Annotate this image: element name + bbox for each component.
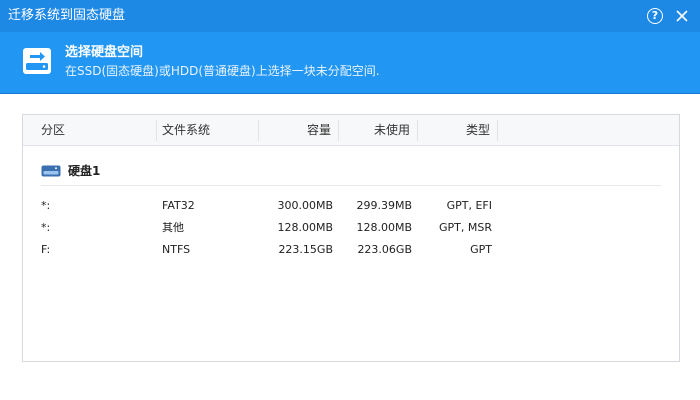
column-header-unused[interactable]: 未使用 [374, 115, 410, 146]
hard-disk-icon [23, 48, 51, 74]
table-header: 分区 文件系统 容量 未使用 类型 [23, 115, 679, 146]
column-divider [497, 120, 498, 141]
column-divider [156, 120, 157, 141]
cell-type: GPT, MSR [439, 221, 492, 234]
title-bar: 迁移系统到固态硬盘 ? [0, 0, 700, 32]
column-header-filesystem[interactable]: 文件系统 [162, 115, 210, 146]
table-row[interactable]: F: NTFS 223.15GB 223.06GB GPT [23, 241, 679, 259]
window-title: 迁移系统到固态硬盘 [8, 8, 126, 23]
cell-unused: 299.39MB [356, 199, 412, 212]
column-divider [417, 120, 418, 141]
cell-type: GPT, EFI [446, 199, 492, 212]
cell-partition: *: [41, 199, 51, 212]
step-header: 选择硬盘空间 在SSD(固态硬盘)或HDD(普通硬盘)上选择一块未分配空间. [0, 32, 700, 94]
table-row[interactable]: *: 其他 128.00MB 128.00MB GPT, MSR [23, 219, 679, 237]
column-header-capacity[interactable]: 容量 [307, 115, 331, 146]
cell-filesystem: 其他 [162, 221, 184, 234]
cell-filesystem: FAT32 [162, 199, 195, 212]
column-divider [258, 120, 259, 141]
cell-partition: *: [41, 221, 51, 234]
cell-type: GPT [470, 243, 492, 256]
disk-label: 硬盘1 [68, 164, 101, 178]
disk-icon [41, 165, 61, 177]
cell-capacity: 223.15GB [278, 243, 333, 256]
cell-partition: F: [41, 243, 51, 256]
column-divider [338, 120, 339, 141]
cell-capacity: 300.00MB [277, 199, 333, 212]
cell-unused: 128.00MB [356, 221, 412, 234]
table-row[interactable]: *: FAT32 300.00MB 299.39MB GPT, EFI [23, 197, 679, 215]
header-subtitle: 在SSD(固态硬盘)或HDD(普通硬盘)上选择一块未分配空间. [65, 64, 380, 78]
cell-unused: 223.06GB [357, 243, 412, 256]
disk-space-table: 分区 文件系统 容量 未使用 类型 硬盘1 *: FAT32 300.00MB … [22, 114, 680, 362]
column-header-type[interactable]: 类型 [466, 115, 490, 146]
disk-divider [41, 185, 661, 186]
header-title: 选择硬盘空间 [65, 45, 144, 60]
cell-filesystem: NTFS [162, 243, 191, 256]
close-icon[interactable] [672, 6, 692, 26]
help-icon[interactable]: ? [647, 8, 663, 24]
column-header-partition[interactable]: 分区 [41, 115, 65, 146]
cell-capacity: 128.00MB [277, 221, 333, 234]
